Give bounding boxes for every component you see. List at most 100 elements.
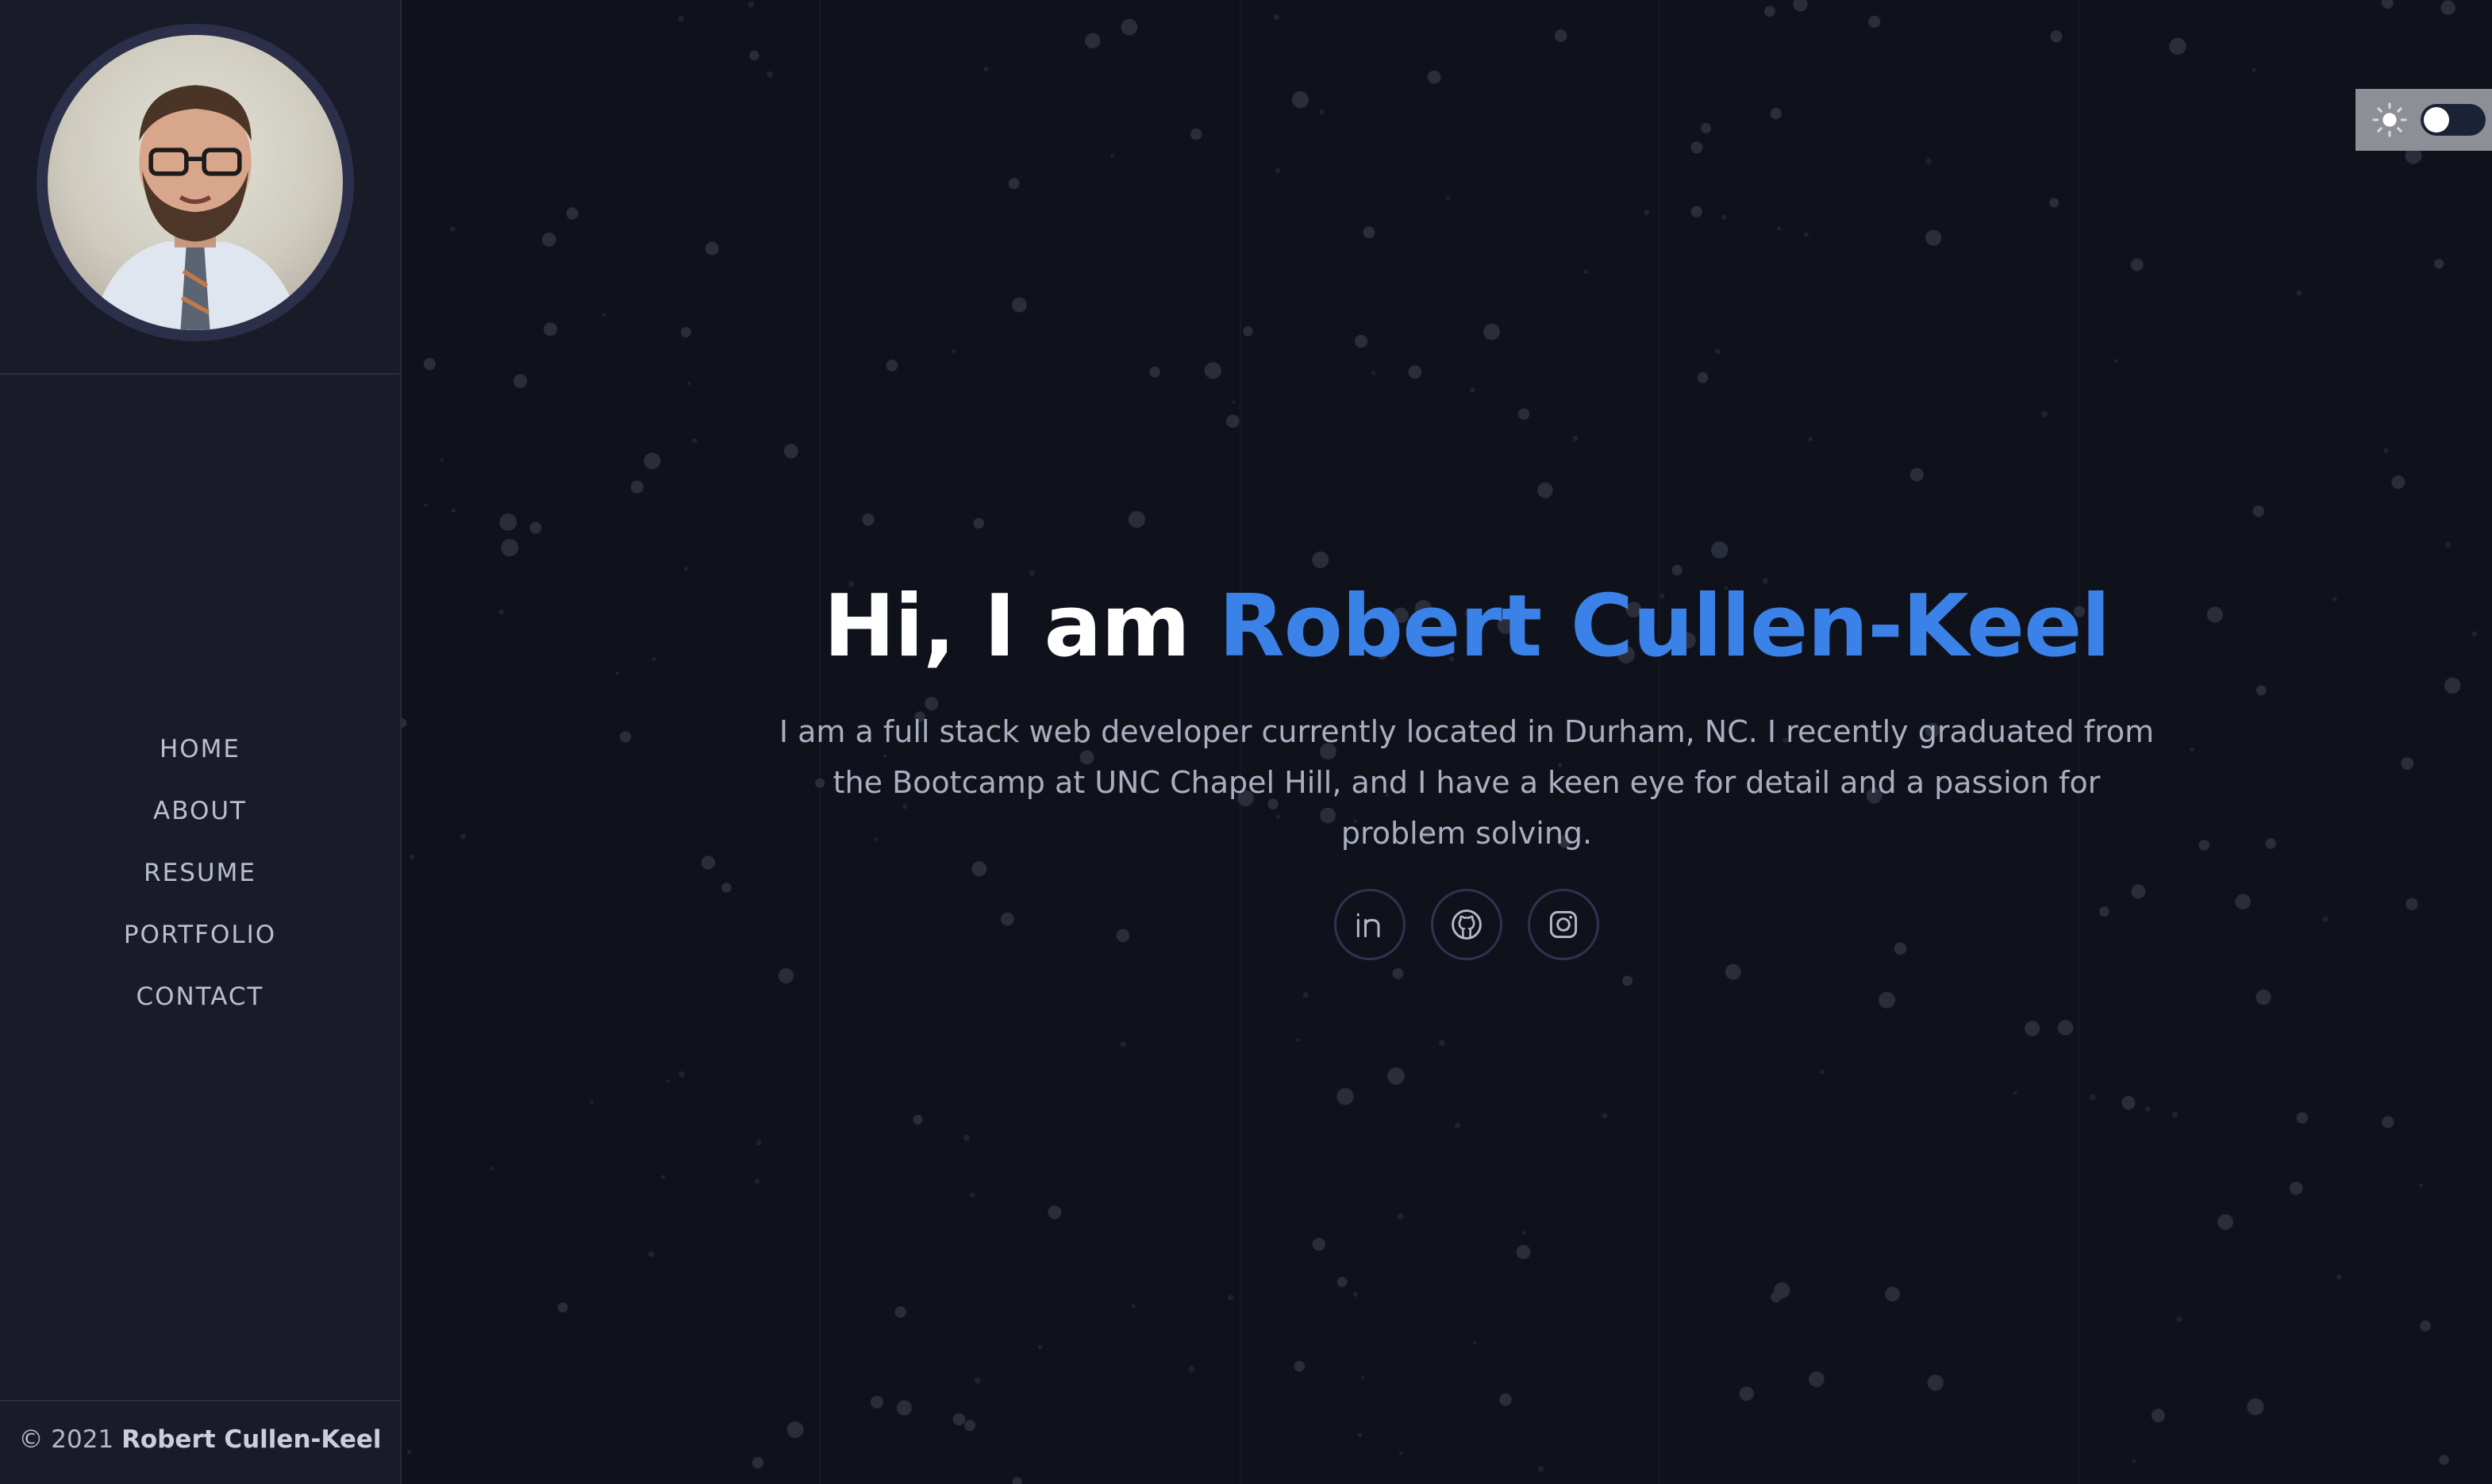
particle-dot [1387, 1067, 1405, 1085]
particle-dot [2252, 67, 2256, 72]
particle-dot [1232, 400, 1236, 404]
theme-switch[interactable] [2421, 104, 2486, 136]
particle-dot [1243, 326, 1253, 336]
particle-dot [1572, 435, 1579, 441]
particle-dot [1927, 1374, 1944, 1391]
particle-dot [440, 458, 444, 462]
sidebar-footer: © 2021 Robert Cullen-Keel [0, 1400, 400, 1484]
particle-dot [1711, 541, 1729, 559]
particle-dot [1925, 229, 1942, 246]
particle-dot [2057, 1020, 2074, 1036]
particle-dot [2252, 506, 2264, 517]
particle-dot [952, 349, 956, 353]
particle-dot [1909, 467, 1924, 482]
particle-dot [1701, 123, 1712, 133]
particle-dot [1312, 1237, 1326, 1251]
nav-item-about[interactable]: ABOUT [0, 788, 400, 850]
particle-dot [913, 1114, 923, 1125]
particle-dot [2176, 1316, 2182, 1322]
particle-dot [513, 374, 528, 388]
particle-dot [1522, 1231, 1526, 1235]
particle-dot [2444, 541, 2452, 548]
linkedin-icon [1356, 913, 1380, 938]
particle-dot [964, 1420, 975, 1432]
particle-dot [1398, 1451, 1402, 1455]
sun-icon [2372, 102, 2407, 137]
particle-dot [1121, 18, 1138, 36]
main-content: Hi, I am Robert Cullen-Keel I am a full … [402, 0, 2492, 1484]
hero-name: Robert Cullen-Keel [1218, 577, 2110, 676]
particle-dot [1771, 1291, 1782, 1303]
sidebar: HOME ABOUT RESUME PORTFOLIO CONTACT © 20… [0, 0, 402, 1484]
instagram-link[interactable] [1528, 889, 1599, 960]
particle-dot [661, 1175, 665, 1179]
particle-dot [1273, 14, 1279, 21]
particle-dot [1336, 1277, 1348, 1287]
particle-dot [644, 452, 661, 470]
particle-dot [1469, 386, 1475, 393]
particle-dot [648, 1251, 655, 1257]
particle-dot [1120, 1041, 1127, 1048]
particle-dot [1739, 1386, 1754, 1401]
particle-dot [679, 1071, 685, 1078]
particle-dot [691, 438, 698, 444]
particle-dot [1516, 1244, 1531, 1259]
particle-dot [973, 517, 985, 529]
particle-dot [2013, 1090, 2017, 1095]
theme-toggle[interactable] [2355, 89, 2492, 151]
particle-dot [1454, 1123, 1460, 1128]
particle-dot [886, 359, 898, 371]
particle-dot [1371, 371, 1375, 375]
particle-dot [752, 1456, 763, 1469]
particle-dot [1517, 408, 1530, 420]
particle-dot [1291, 91, 1309, 109]
particle-dot [2113, 359, 2118, 363]
particle-dot [1583, 269, 1588, 275]
particle-dot [1879, 991, 1895, 1009]
particle-dot [2383, 448, 2389, 453]
particle-dot [1392, 968, 1404, 979]
particle-dot [449, 226, 456, 233]
particle-dot [499, 513, 517, 531]
particle-dot [1319, 110, 1325, 115]
particle-dot [1012, 1477, 1022, 1484]
particle-dot [1483, 323, 1500, 340]
hero-title: Hi, I am Robert Cullen-Keel [441, 571, 2492, 682]
particle-dot [557, 1302, 568, 1313]
nav-item-home[interactable]: HOME [0, 726, 400, 788]
nav-item-portfolio[interactable]: PORTFOLIO [0, 912, 400, 974]
particle-dot [1008, 178, 1020, 190]
particle-dot [1336, 1088, 1354, 1105]
nav-item-resume[interactable]: RESUME [0, 850, 400, 912]
nav-item-contact[interactable]: CONTACT [0, 974, 400, 1036]
particle-dot [687, 381, 691, 386]
particle-dot [896, 1400, 912, 1416]
copyright-text: © 2021 [18, 1425, 114, 1454]
particle-dot [2420, 1320, 2432, 1332]
particle-dot [1644, 210, 1650, 216]
particle-dot [1275, 167, 1281, 174]
particle-dot [1715, 348, 1721, 355]
hero-section: Hi, I am Robert Cullen-Keel I am a full … [402, 571, 2492, 960]
hero-greeting: Hi, I am [823, 577, 1190, 676]
particle-dot [749, 50, 760, 60]
github-link[interactable] [1431, 889, 1502, 960]
particle-dot [963, 1134, 970, 1141]
particle-dot [778, 967, 794, 984]
particle-dot [2171, 1111, 2179, 1118]
particle-dot [1296, 1038, 1300, 1042]
linkedin-link[interactable] [1334, 889, 1406, 960]
particle-dot [983, 67, 989, 71]
particle-dot [2381, 0, 2394, 9]
particle-dot [1190, 128, 1202, 140]
particle-dot [541, 233, 556, 247]
particle-dot [2440, 0, 2455, 15]
particle-dot [490, 1167, 494, 1171]
particle-dot [1538, 1466, 1544, 1472]
particle-dot [2255, 989, 2271, 1005]
particle-dot [783, 444, 798, 459]
hero-description: I am a full stack web developer currentl… [779, 714, 2155, 851]
particle-dot [974, 1377, 981, 1384]
particle-dot [2169, 37, 2186, 55]
particle-dot [1690, 206, 1702, 217]
